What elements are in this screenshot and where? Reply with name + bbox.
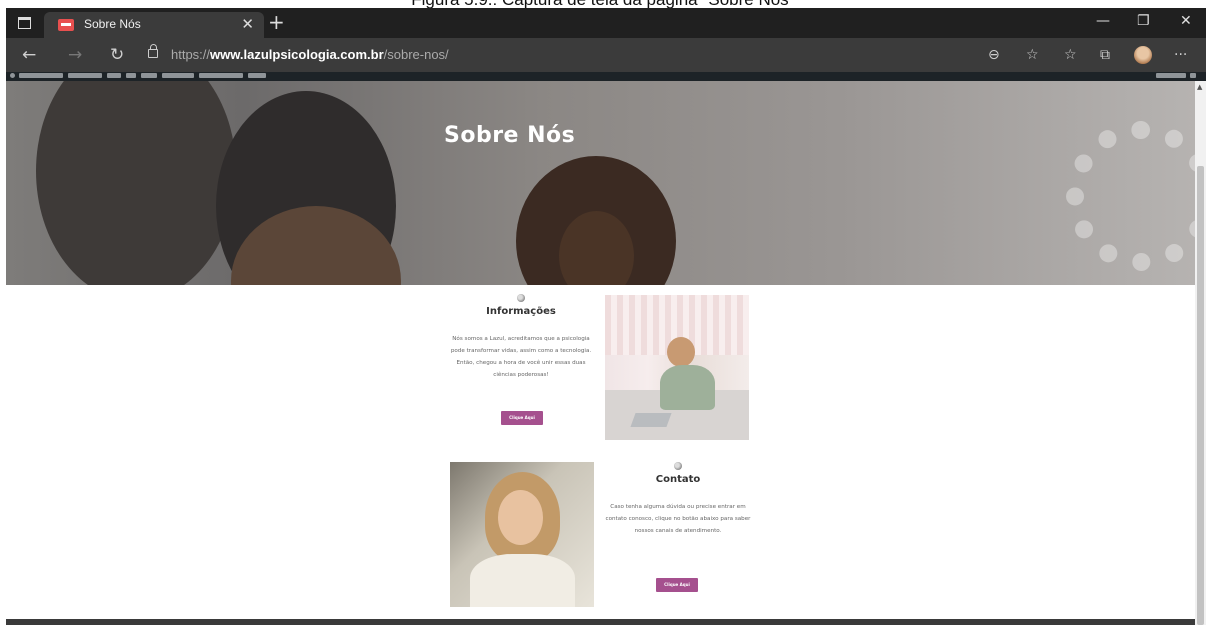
back-icon[interactable]: ← (22, 45, 36, 65)
admin-bar-account[interactable] (1156, 73, 1186, 78)
page-content: Sobre Nós Informações Nós somos a Lazul,… (6, 81, 1195, 625)
admin-bar-item[interactable] (68, 73, 102, 78)
hero-person (36, 81, 236, 285)
minimize-button[interactable]: — (1096, 13, 1110, 29)
scroll-up-icon[interactable]: ▲ (1197, 83, 1202, 91)
contact-text: Caso tenha alguma dúvida ou precise entr… (605, 504, 751, 534)
info-text: Nós somos a Lazul, acreditamos que a psi… (450, 336, 592, 378)
profile-avatar[interactable] (1134, 46, 1152, 64)
admin-bar-item[interactable] (107, 73, 121, 78)
figure-caption: Figura 5.9.: Captura de tela da página "… (0, 0, 1206, 8)
url-field[interactable]: https://www.lazulpsicologia.com.br/sobre… (171, 47, 449, 62)
refresh-icon[interactable]: ↻ (110, 45, 124, 65)
address-bar-row: ← → ↻ https://www.lazulpsicologia.com.br… (6, 38, 1206, 72)
tab-actions-icon[interactable] (18, 17, 31, 29)
collections-icon[interactable]: ⧉ (1100, 47, 1110, 63)
admin-bar-item[interactable] (199, 73, 243, 78)
info-icon (517, 294, 525, 302)
page-title: Sobre Nós (444, 123, 576, 148)
zoom-icon[interactable]: ⊖ (988, 47, 1000, 63)
forward-icon[interactable]: → (68, 45, 82, 65)
eye-chart-decoration (1066, 121, 1195, 271)
admin-bar-item[interactable] (248, 73, 266, 78)
contact-icon (674, 462, 682, 470)
admin-bar-item[interactable] (19, 73, 63, 78)
photo-laptop (630, 413, 672, 427)
tab-bar: Sobre Nós ✕ + — ❐ ✕ (6, 8, 1206, 38)
photo-person-body (660, 365, 715, 410)
browser-window: Sobre Nós ✕ + — ❐ ✕ ← → ↻ https://www.la… (6, 8, 1206, 625)
info-photo (605, 295, 749, 440)
favorite-add-icon[interactable]: ☆ (1026, 47, 1039, 63)
site-favicon-icon (58, 19, 74, 31)
photo-person-head (667, 337, 695, 367)
admin-bar-item[interactable] (162, 73, 194, 78)
wp-admin-bar (6, 72, 1206, 81)
admin-search-icon[interactable] (1190, 73, 1196, 78)
favorites-icon[interactable]: ☆ (1064, 47, 1077, 63)
maximize-button[interactable]: ❐ (1137, 13, 1150, 29)
page-scrollbar[interactable]: ▲ (1195, 81, 1206, 625)
hero-banner: Sobre Nós (6, 81, 1195, 285)
info-button[interactable]: Clique Aqui (501, 411, 543, 425)
admin-bar-item[interactable] (141, 73, 157, 78)
photo-face (498, 490, 543, 545)
contact-photo (450, 462, 594, 607)
contact-title: Contato (655, 474, 701, 485)
close-window-button[interactable]: ✕ (1180, 13, 1192, 29)
contact-button[interactable]: Clique Aqui (656, 578, 698, 592)
new-tab-button[interactable]: + (268, 11, 285, 33)
tab-close-icon[interactable]: ✕ (241, 15, 254, 33)
browser-tab[interactable]: Sobre Nós ✕ (44, 12, 264, 38)
more-icon[interactable]: ··· (1174, 47, 1187, 63)
footer-edge (6, 619, 1195, 625)
admin-bar-item[interactable] (126, 73, 136, 78)
photo-jacket (470, 554, 575, 607)
tab-title: Sobre Nós (84, 17, 141, 31)
wordpress-icon[interactable] (10, 73, 15, 78)
info-title: Informações (486, 306, 556, 317)
scrollbar-thumb[interactable] (1197, 166, 1204, 625)
lock-icon[interactable] (148, 44, 158, 58)
